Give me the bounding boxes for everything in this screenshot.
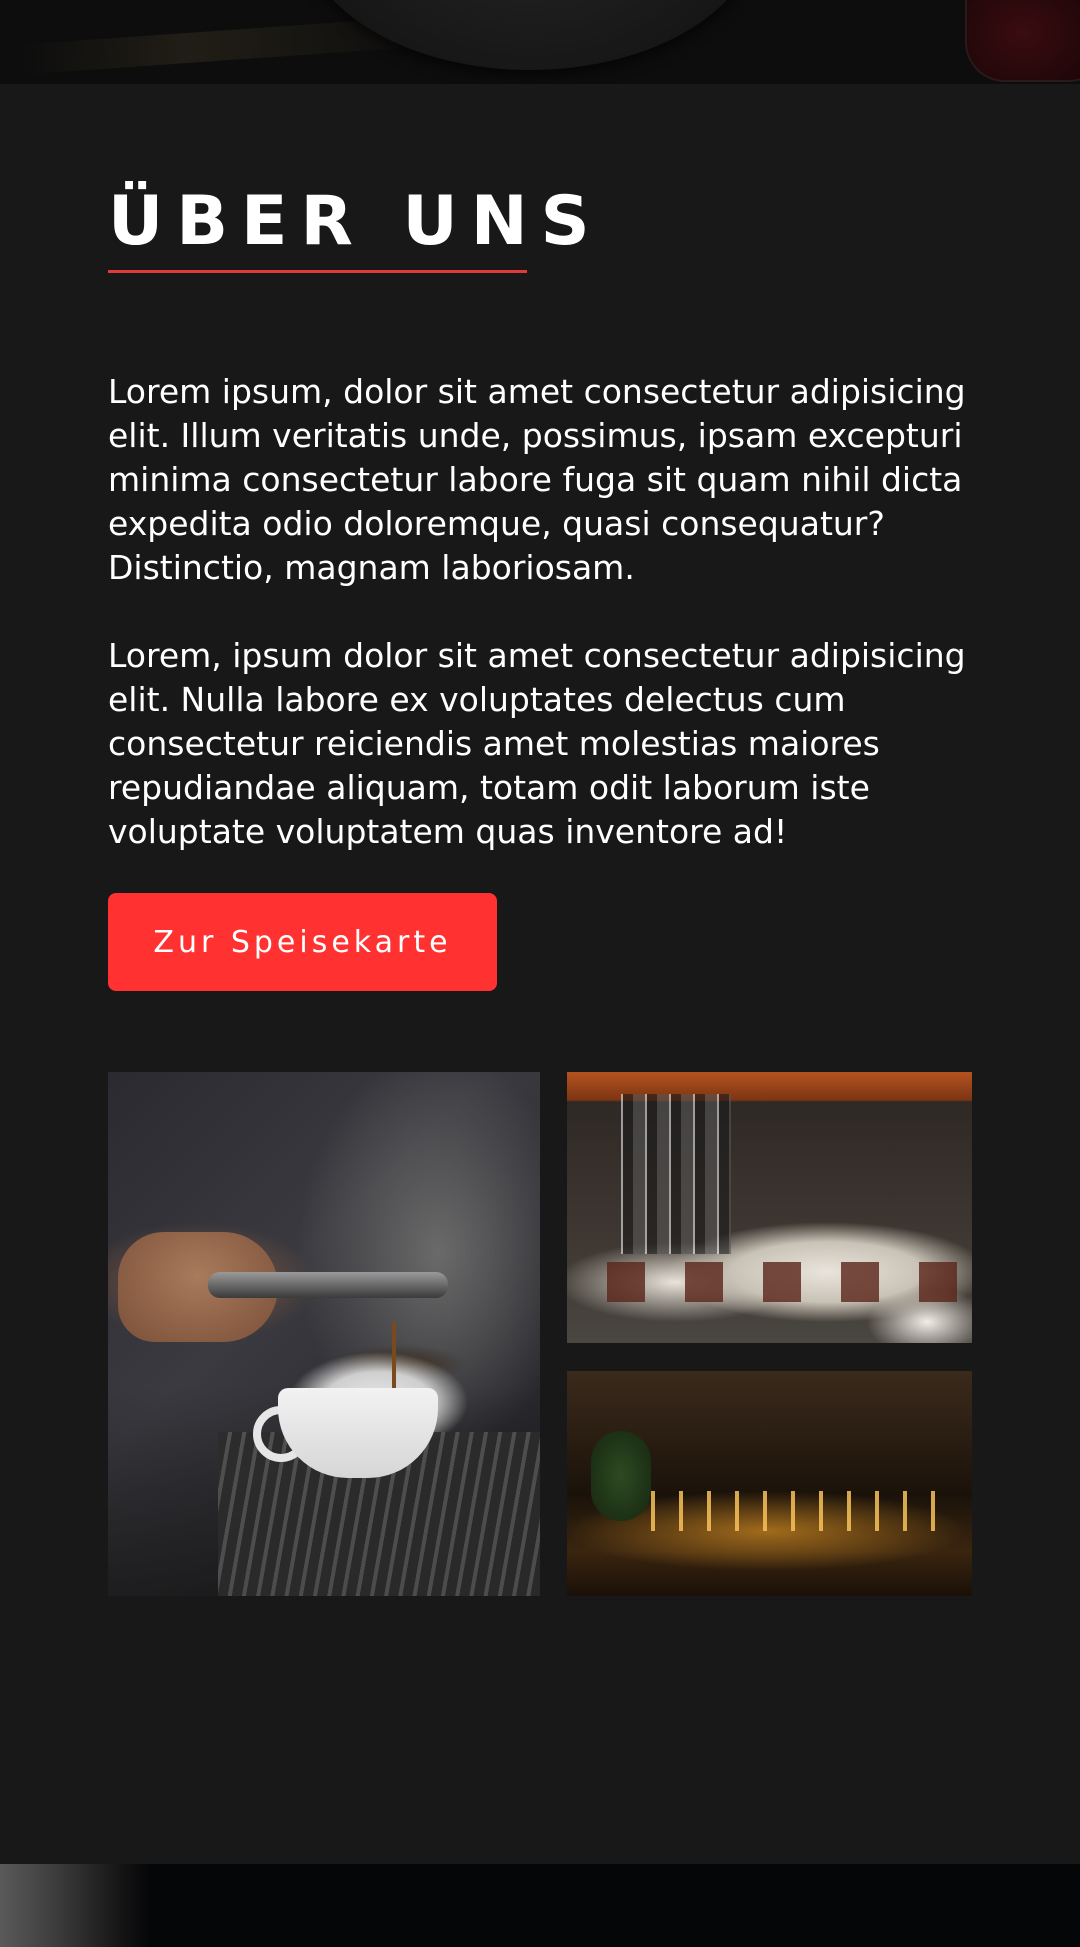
next-section-shade <box>0 1864 150 1947</box>
section-title: ÜBER UNS <box>108 182 603 261</box>
bar-lights <box>627 1491 947 1531</box>
next-section-image-top-edge <box>0 1864 1080 1947</box>
about-section: ÜBER UNS Lorem ipsum, dolor sit amet con… <box>0 84 1080 1864</box>
hero-wine-glass-shape <box>965 0 1080 82</box>
menu-button[interactable]: Zur Speisekarte <box>108 893 497 991</box>
gallery-image-espresso <box>108 1072 540 1596</box>
gallery-image-bar <box>567 1371 972 1596</box>
espresso-portafilter <box>208 1272 448 1298</box>
hero-image-bottom-edge <box>0 0 1080 84</box>
dining-chairs <box>567 1262 972 1302</box>
about-paragraph-2: Lorem, ipsum dolor sit amet consectetur … <box>108 636 966 851</box>
about-paragraph-1: Lorem ipsum, dolor sit amet consectetur … <box>108 372 966 587</box>
section-title-wrapper: ÜBER UNS <box>108 188 603 256</box>
dining-wall-frames <box>621 1094 731 1254</box>
title-underline <box>108 270 527 273</box>
gallery-image-dining-room <box>567 1072 972 1343</box>
